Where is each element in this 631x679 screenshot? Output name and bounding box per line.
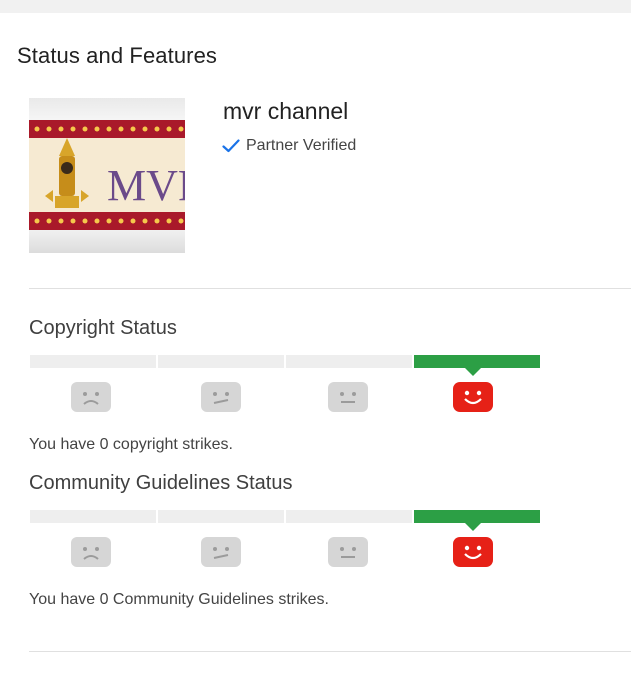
unsure-face-icon	[201, 382, 241, 412]
sad-face-icon	[71, 537, 111, 567]
community-level-3	[286, 510, 412, 523]
copyright-level-3	[286, 355, 412, 368]
partner-verified: Partner Verified	[222, 137, 356, 155]
copyright-level-2	[158, 355, 284, 368]
channel-avatar[interactable]: MVR	[29, 98, 185, 253]
copyright-status-title: Copyright Status	[29, 317, 177, 339]
community-level-1	[30, 510, 156, 523]
copyright-strike-bar	[30, 355, 541, 376]
channel-logo: MVR	[29, 120, 185, 230]
channel-name[interactable]: mvr channel	[223, 98, 348, 125]
verified-label: Partner Verified	[246, 137, 357, 154]
logo-text: MVR	[107, 161, 185, 210]
community-level-pointer	[465, 523, 481, 531]
community-strike-message: You have 0 Community Guidelines strikes.	[29, 591, 329, 608]
neutral-face-icon	[328, 537, 368, 567]
sad-face-icon	[71, 382, 111, 412]
divider	[29, 651, 631, 652]
divider	[29, 288, 631, 289]
happy-face-icon	[453, 537, 493, 567]
checkmark-icon	[222, 139, 240, 153]
copyright-level-1	[30, 355, 156, 368]
neutral-face-icon	[328, 382, 368, 412]
copyright-strike-message: You have 0 copyright strikes.	[29, 436, 233, 453]
top-bar	[0, 0, 631, 13]
happy-face-icon	[453, 382, 493, 412]
community-guidelines-status-title: Community Guidelines Status	[29, 472, 293, 494]
community-level-4-active	[414, 510, 540, 523]
unsure-face-icon	[201, 537, 241, 567]
page-title: Status and Features	[17, 43, 218, 68]
community-level-2	[158, 510, 284, 523]
copyright-level-4-active	[414, 355, 540, 368]
copyright-level-pointer	[465, 368, 481, 376]
community-strike-bar	[30, 510, 541, 531]
